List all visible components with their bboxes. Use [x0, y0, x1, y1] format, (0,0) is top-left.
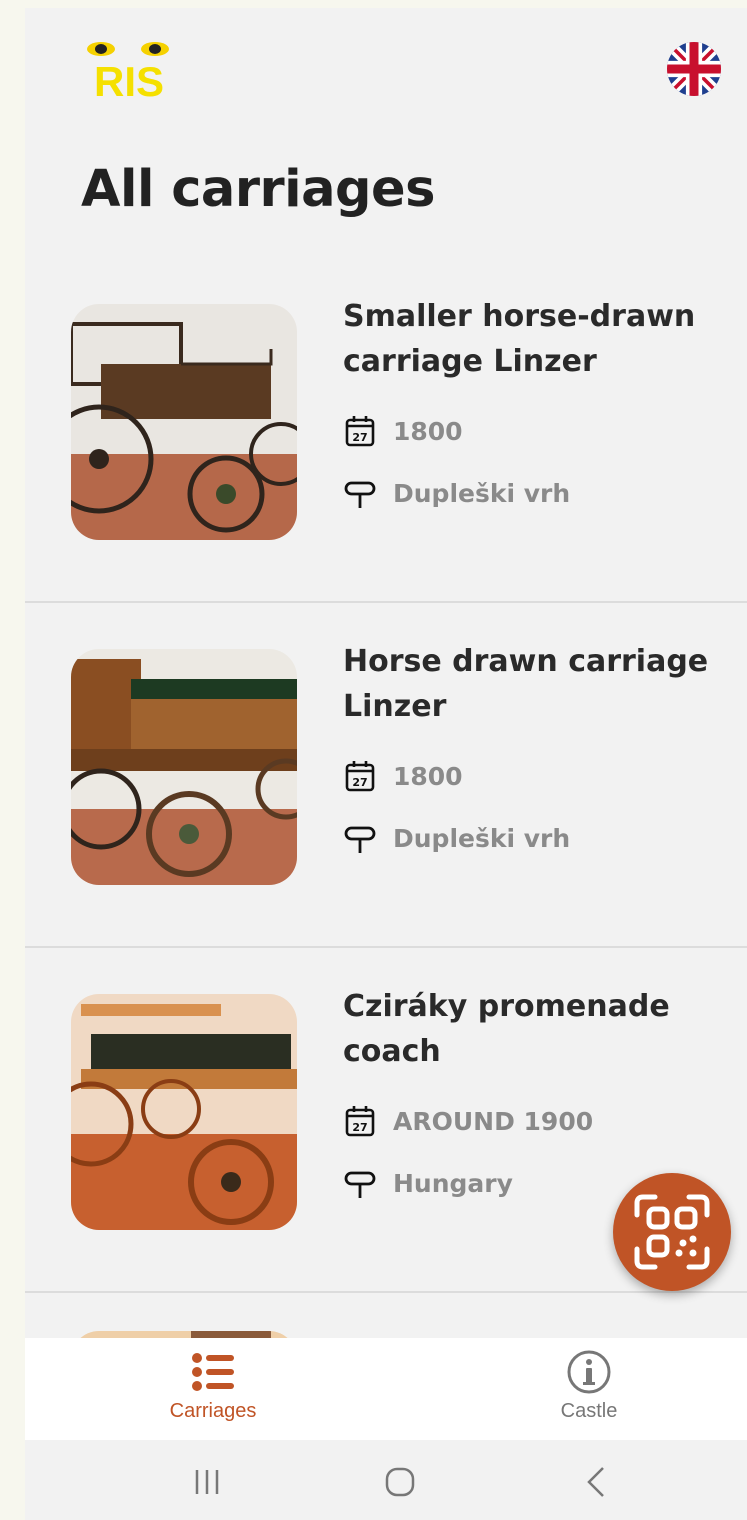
- signpost-icon: [344, 481, 376, 508]
- nav-castle-label: Castle: [560, 1400, 618, 1422]
- carriage-photo: [71, 304, 297, 540]
- svg-text:27: 27: [352, 431, 367, 444]
- language-flag-uk-icon[interactable]: [667, 42, 721, 96]
- carriage-title: Horse drawn carriage Linzer: [343, 644, 709, 724]
- home-icon[interactable]: [380, 1462, 420, 1502]
- bottom-navigation: Carriages Castle: [25, 1338, 747, 1440]
- carriage-thumbnail[interactable]: [71, 304, 297, 540]
- svg-text:27: 27: [352, 776, 367, 789]
- signpost-icon: [344, 826, 376, 853]
- logo-graphic: RIS: [87, 42, 169, 105]
- uk-flag-graphic: [667, 42, 721, 96]
- carriage-date: 27 1800: [343, 414, 463, 448]
- carriage-date: 27 1800: [343, 759, 463, 793]
- carriage-location-text: Dupleški vrh: [393, 823, 571, 853]
- calendar-icon: 27: [345, 416, 375, 447]
- carriage-location: Hungary: [343, 1166, 513, 1200]
- system-navigation-bar: [25, 1440, 747, 1520]
- carriage-thumbnail[interactable]: [71, 994, 297, 1230]
- nav-carriages-label: Carriages: [169, 1400, 257, 1422]
- carriage-location-text: Hungary: [393, 1168, 513, 1198]
- carriage-date: 27 AROUND 1900: [343, 1104, 593, 1138]
- carriage-location: Dupleški vrh: [343, 476, 570, 510]
- carriage-location-text: Dupleški vrh: [393, 478, 571, 508]
- carriage-list-item[interactable]: Horse drawn carriage Linzer 27 1800 Dupl…: [25, 603, 747, 948]
- page-title: All carriages: [81, 160, 436, 219]
- info-icon: [567, 1350, 611, 1394]
- carriage-list-item[interactable]: Smaller horse-drawn carriage Linzer 27 1…: [25, 258, 747, 603]
- back-icon[interactable]: [577, 1462, 617, 1502]
- qr-scan-button[interactable]: [613, 1173, 731, 1291]
- calendar-icon: 27: [345, 761, 375, 792]
- carriage-photo: [71, 649, 297, 885]
- app-screen: RIS All carriages Smaller horse-drawn ca…: [25, 8, 747, 1520]
- svg-text:RIS: RIS: [94, 58, 164, 100]
- svg-text:27: 27: [352, 1121, 367, 1134]
- carriage-thumbnail[interactable]: [71, 649, 297, 885]
- carriage-date-text: AROUND 1900: [393, 1106, 594, 1136]
- nav-carriages[interactable]: Carriages: [113, 1338, 313, 1440]
- carriage-date-text: 1800: [393, 416, 463, 446]
- carriage-title: Cziráky promenade coach: [343, 989, 670, 1069]
- ris-logo[interactable]: RIS: [81, 40, 177, 105]
- carriage-date-text: 1800: [393, 761, 463, 791]
- signpost-icon: [344, 1171, 376, 1198]
- calendar-icon: 27: [345, 1106, 375, 1137]
- carriage-photo: [71, 994, 297, 1230]
- list-icon: [192, 1353, 234, 1391]
- recent-apps-icon[interactable]: [187, 1462, 227, 1502]
- nav-castle[interactable]: Castle: [489, 1338, 689, 1440]
- carriage-location: Dupleški vrh: [343, 821, 570, 855]
- carriage-title: Smaller horse-drawn carriage Linzer: [343, 299, 696, 379]
- qr-scan-icon: [634, 1194, 710, 1270]
